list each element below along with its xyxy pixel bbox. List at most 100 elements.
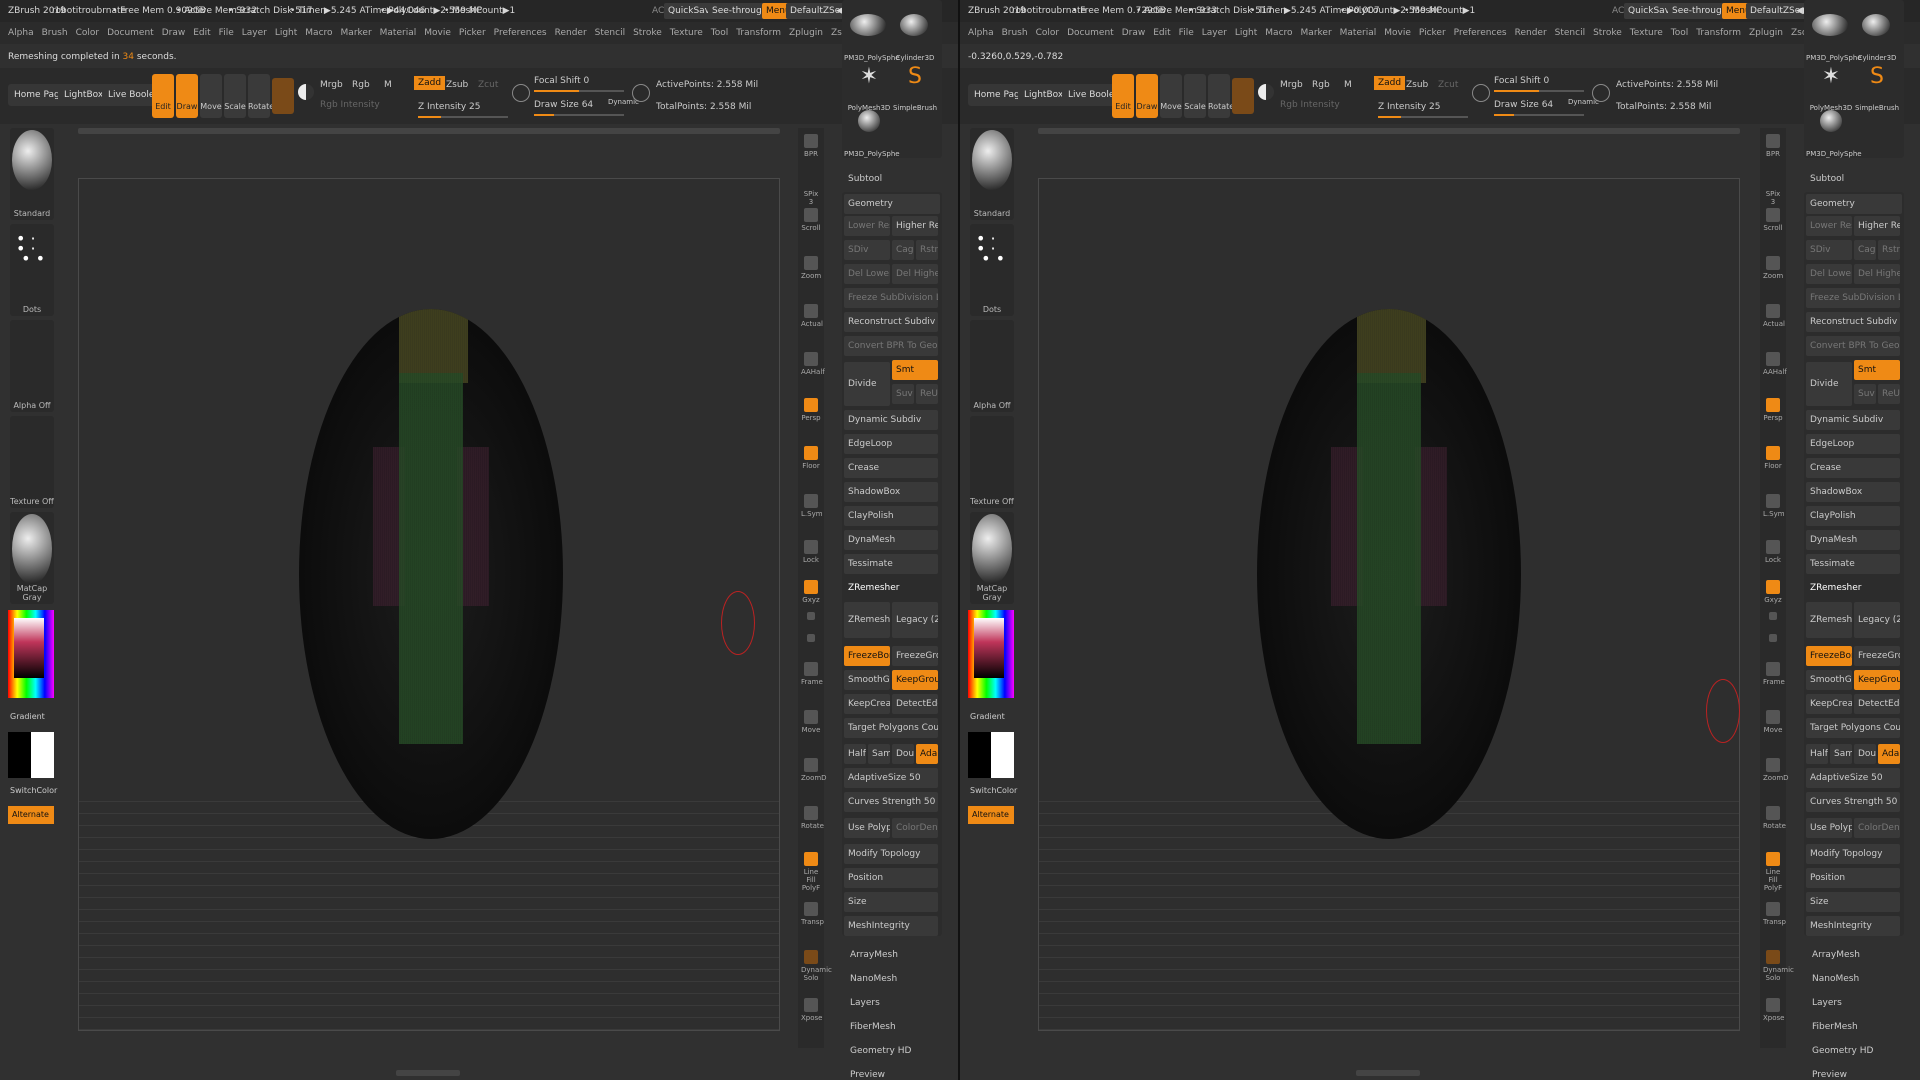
alternate-button[interactable]: Alternate [8,806,54,824]
remeshed-sphere-mesh[interactable] [1257,309,1521,839]
floor-button[interactable]: Floor [1763,444,1783,478]
tool-simplebrush[interactable]: S SimpleBrush [1855,64,1899,112]
modify-topology-item[interactable]: Modify Topology [1806,844,1900,864]
color-swatch[interactable] [8,732,54,778]
menu-file[interactable]: File [1179,28,1194,38]
brush-standard[interactable]: Standard [970,128,1014,220]
target-polygons-slider[interactable]: Target Polygons Count 30 [844,718,938,738]
menu-document[interactable]: Document [107,28,154,38]
draw-size-track[interactable] [534,114,624,116]
top-scrollbar[interactable] [1038,128,1740,134]
floor-button[interactable]: Floor [801,444,821,478]
menu-stroke[interactable]: Stroke [1593,28,1622,38]
zsub-button[interactable]: Zsub [1406,80,1428,90]
position-item[interactable]: Position [1806,868,1900,888]
layers-item[interactable]: Layers [850,998,880,1008]
draw-button[interactable]: Draw [176,74,198,118]
higher-res-button[interactable]: Higher Res [1854,216,1900,236]
zremesher-header[interactable]: ZRemesher [844,578,938,598]
dynamesh-item[interactable]: DynaMesh [1806,530,1900,550]
draw-size-track[interactable] [1494,114,1584,116]
switch-color-button[interactable]: SwitchColor [10,786,57,795]
del-higher-button[interactable]: Del Higher [892,264,938,284]
zadd-button[interactable]: Zadd [1374,76,1406,90]
keep-groups-toggle[interactable]: KeepGroups [892,670,938,690]
menu-tool[interactable]: Tool [1671,28,1688,38]
tool-simplebrush[interactable]: S SimpleBrush [893,64,937,112]
half-button[interactable]: Half [1806,744,1828,764]
geometry-header[interactable]: Geometry [1806,194,1902,214]
material-matcap-gray[interactable]: MatCap Gray [10,512,54,604]
zremesher-button[interactable]: ZRemesher [1806,602,1852,638]
menu-edit[interactable]: Edit [1153,28,1170,38]
detect-edges-toggle[interactable]: DetectEdges [892,694,938,714]
bpr-button[interactable]: BPR [801,132,821,166]
menu-zplugin[interactable]: Zplugin [1749,28,1783,38]
menu-marker[interactable]: Marker [341,28,372,38]
switch-color-button[interactable]: SwitchColor [970,786,1017,795]
focal-shift-slider[interactable]: Focal Shift 0 [534,76,589,86]
keep-groups-toggle[interactable]: KeepGroups [1854,670,1900,690]
menu-alpha[interactable]: Alpha [968,28,994,38]
remeshed-sphere-mesh[interactable] [299,309,563,839]
menu-document[interactable]: Document [1067,28,1114,38]
draw-size-slider[interactable]: Draw Size 64 [1494,100,1553,110]
menu-layer[interactable]: Layer [242,28,267,38]
edgeloop-item[interactable]: EdgeLoop [844,434,938,454]
draw-size-slider[interactable]: Draw Size 64 [534,100,593,110]
z-intensity-track[interactable] [418,116,508,118]
dynamic-subdiv-item[interactable]: Dynamic Subdiv [1806,410,1900,430]
meshintegrity-item[interactable]: MeshIntegrity [1806,916,1900,936]
menu-zplugin[interactable]: Zplugin [789,28,823,38]
claypolish-item[interactable]: ClayPolish [1806,506,1900,526]
rotate-button[interactable]: Rotate [248,74,274,118]
solo-button[interactable]: Dynamic Solo [1763,948,1794,982]
freeze-subdiv-button[interactable]: Freeze SubDivision Levels [1806,288,1900,308]
del-lower-button[interactable]: Del Lower [1806,264,1852,284]
subtool-header[interactable]: Subtool [1810,174,1844,184]
menu-edit[interactable]: Edit [193,28,210,38]
lsym-button[interactable]: L.Sym [1763,492,1785,526]
actual-button[interactable]: Actual [801,302,823,336]
double-button[interactable]: Double [1854,744,1876,764]
freeze-groups-toggle[interactable]: FreezeGroups [1854,646,1900,666]
modify-topology-item[interactable]: Modify Topology [844,844,938,864]
bpr-button[interactable]: BPR [1763,132,1783,166]
move-button[interactable]: Move [200,74,222,118]
menu-tool[interactable]: Tool [711,28,728,38]
menu-render[interactable]: Render [555,28,587,38]
position-item[interactable]: Position [844,868,938,888]
menu-picker[interactable]: Picker [1419,28,1446,38]
focal-shift-track[interactable] [534,90,624,92]
menu-brush[interactable]: Brush [42,28,68,38]
fibermesh-item[interactable]: FiberMesh [1812,1022,1858,1032]
material-swatch-icon[interactable] [1232,78,1254,114]
persp-button[interactable]: Persp [1763,396,1783,430]
lower-res-button[interactable]: Lower Res [1806,216,1852,236]
menu-movie[interactable]: Movie [1384,28,1411,38]
meshintegrity-item[interactable]: MeshIntegrity [844,916,938,936]
focal-shift-track[interactable] [1494,90,1584,92]
rgb-intensity-slider[interactable]: Rgb Intensity [1280,100,1340,110]
color-density-slider[interactable]: ColorDensity [1854,818,1900,838]
tool-pm3d-polysphere[interactable]: PM3D_PolySphe [1806,14,1862,62]
aahalf-button[interactable]: AAHalf [801,350,825,384]
color-swatch[interactable] [968,732,1014,778]
frame-button[interactable]: Frame [1763,660,1785,694]
preview-item[interactable]: Preview [850,1070,885,1080]
color-density-slider[interactable]: ColorDensity [892,818,938,838]
size-item[interactable]: Size [844,892,938,912]
tool-polymesh3d[interactable]: ✶ PolyMesh3D [1810,64,1853,112]
spix-button[interactable]: SPix 3 [801,172,821,206]
m-button[interactable]: M [384,80,392,90]
persp-button[interactable]: Persp [801,396,821,430]
crease-item[interactable]: Crease [844,458,938,478]
edgeloop-item[interactable]: EdgeLoop [1806,434,1900,454]
nanomesh-item[interactable]: NanoMesh [1812,974,1859,984]
detect-edges-toggle[interactable]: DetectEdges [1854,694,1900,714]
zcut-button[interactable]: Zcut [1438,80,1458,90]
same-button[interactable]: Same [868,744,890,764]
menu-material[interactable]: Material [1340,28,1377,38]
reuv-toggle[interactable]: ReUV [916,384,938,404]
scale-button[interactable]: Scale [1184,74,1206,118]
